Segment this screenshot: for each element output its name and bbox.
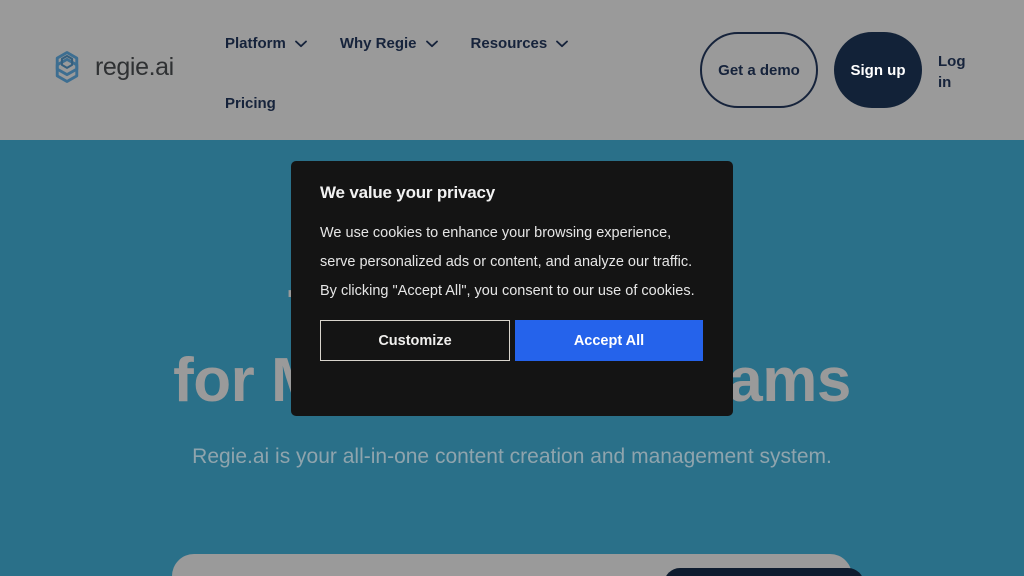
nav-row-secondary: Pricing (225, 90, 645, 118)
nav-item-label: Resources (470, 35, 548, 52)
hero-product-card-panel (664, 568, 864, 576)
site-logo[interactable]: regie.ai (50, 50, 174, 84)
nav-item-platform[interactable]: Platform (225, 30, 307, 58)
chevron-down-icon (425, 40, 438, 48)
get-demo-button[interactable]: Get a demo (700, 32, 818, 108)
logo-wordmark: regie.ai (95, 52, 174, 81)
hero-subtitle: Regie.ai is your all-in-one content crea… (192, 445, 832, 468)
cookie-dialog-title: We value your privacy (320, 183, 496, 202)
login-link[interactable]: Log in (938, 51, 980, 93)
nav-row-primary: Platform Why Regie Resources (225, 30, 645, 58)
cookie-dialog-actions: Customize Accept All (320, 320, 704, 361)
site-header: regie.ai Platform Why Regie Resources Pr… (0, 0, 1024, 140)
header-actions: Get a demo Sign up Log in (700, 32, 980, 108)
main-navigation: Platform Why Regie Resources Pricing (225, 30, 645, 118)
nav-item-label: Why Regie (339, 35, 417, 52)
customize-button[interactable]: Customize (320, 320, 510, 361)
nav-item-why-regie[interactable]: Why Regie (340, 30, 438, 58)
nav-item-label: Platform (225, 35, 286, 52)
chevron-down-icon (556, 40, 569, 48)
hero-product-card (172, 554, 864, 576)
accept-all-button[interactable]: Accept All (515, 320, 703, 361)
cookie-dialog-body: We use cookies to enhance your browsing … (320, 225, 695, 299)
chevron-down-icon (294, 40, 307, 48)
nav-item-label: Pricing (225, 95, 276, 112)
regie-hexagon-logo-icon (55, 51, 79, 83)
nav-item-pricing[interactable]: Pricing (225, 90, 276, 118)
page-root: regie.ai Platform Why Regie Resources Pr… (0, 0, 1024, 576)
signup-button[interactable]: Sign up (834, 32, 922, 108)
nav-item-resources[interactable]: Resources (471, 30, 569, 58)
cookie-consent-dialog: We value your privacy We use cookies to … (291, 161, 733, 416)
